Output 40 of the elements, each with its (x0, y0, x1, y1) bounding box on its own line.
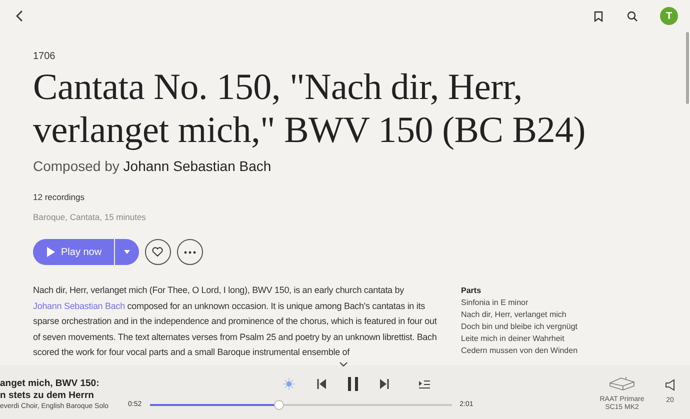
queue-icon (418, 380, 430, 388)
chevron-down-icon (339, 362, 348, 367)
chevron-left-icon (16, 10, 24, 22)
part-item[interactable]: Doch bin und bleibe ich vergnügt (461, 321, 578, 333)
work-title: Cantata No. 150, "Nach dir, Herr, verlanget mich," BWV 150 (BC B24) (33, 66, 586, 152)
audio-device-icon (609, 377, 635, 391)
play-options-button[interactable] (114, 239, 139, 265)
queue-button[interactable] (418, 380, 430, 388)
skip-previous-icon (316, 379, 326, 389)
scrollbar-thumb[interactable] (686, 32, 689, 104)
part-item[interactable]: Nach dir, Herr, verlanget mich (461, 309, 578, 321)
speaker-icon (665, 379, 675, 391)
favorite-button[interactable] (144, 239, 171, 265)
parts-heading: Parts (461, 285, 482, 297)
part-item[interactable]: Sinfonia in E minor (461, 297, 578, 309)
part-item[interactable]: Cedern mussen von den Winden (461, 345, 578, 357)
bookmark-icon (594, 10, 602, 22)
skip-next-icon (380, 379, 388, 389)
pause-icon (348, 377, 358, 391)
composer-link[interactable]: Johann Sebastian Bach (33, 300, 125, 311)
radio-button[interactable] (282, 378, 294, 390)
genre-text: Baroque, Cantata, 15 minutes (33, 212, 147, 222)
description-paragraph: Nach dir, Herr, verlanget mich (For Thee, O Lord, I long), BWV 150, is an early church cantata by Johann Sebastian Bach composed for an unknown occasion. It is unique among Bach's cantatas in its sparse orchestration and in the independence and prominence of the chorus, which is featured in four out of seven movements. The text alternates verses from Psalm 25 and poetry by an unknown librettist. Bach scored the work for four vocal parts and a small Baroque instrumental ensemble of (33, 284, 438, 360)
more-icon (184, 250, 196, 254)
next-button[interactable] (380, 379, 388, 389)
pause-button[interactable] (348, 377, 358, 391)
track-title: anget mich, BWV 150: (0, 378, 100, 390)
sparkle-icon (282, 378, 294, 390)
search-icon (626, 10, 638, 22)
play-icon (47, 247, 55, 257)
part-item[interactable]: Leite mich in deiner Wahrheit (461, 333, 578, 345)
composer-line: Composed by Johann Sebastian Bach (33, 158, 272, 174)
previous-button[interactable] (316, 379, 326, 389)
play-now-button[interactable]: Play now (33, 239, 114, 265)
more-button[interactable] (176, 239, 203, 265)
heart-icon (152, 247, 164, 257)
caret-down-icon (124, 250, 130, 254)
year-text: 1706 (33, 51, 56, 62)
recordings-count: 12 recordings (33, 192, 86, 202)
progress-thumb[interactable] (274, 400, 284, 410)
